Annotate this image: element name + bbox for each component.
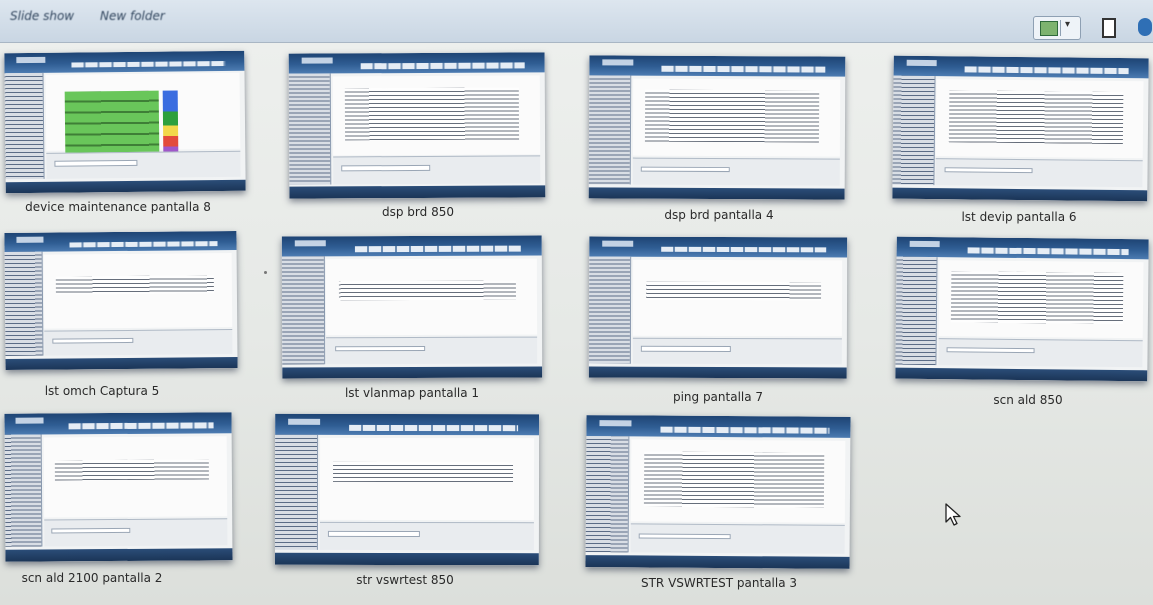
thumb-title-bar [909,241,940,248]
file-label[interactable]: str vswrtest 850 [356,573,454,587]
file-label[interactable]: device maintenance pantalla 8 [25,200,211,214]
thumb-taskbar [892,187,1148,202]
thumb-output-pane [938,338,1143,368]
thumb-tab-strip [661,246,827,253]
file-thumbnail[interactable] [895,236,1149,382]
thumb-taskbar [282,366,543,379]
thumb-output-pane [326,336,538,365]
thumb-title-bar [288,418,320,425]
thumb-tab-strip [349,424,519,431]
thumb-title-bar [599,419,632,427]
explorer-toolbar: Slide show New folder ▾ [0,0,1153,43]
mouse-cursor-icon [945,503,961,526]
thumb-sidebar [588,75,632,185]
view-button-separator [1060,20,1061,36]
help-icon[interactable] [1138,18,1152,36]
thumb-tab-strip [360,62,525,70]
file-label[interactable]: scn ald 2100 pantalla 2 [22,571,163,585]
file-label[interactable]: scn ald 850 [993,393,1062,407]
thumb-table [645,89,820,143]
file-thumbnail[interactable] [288,52,546,199]
thumb-tab-strip [354,245,522,252]
thumb-output-pane [632,157,840,186]
file-label[interactable]: dsp brd pantalla 4 [664,208,773,222]
thumb-device-panel [64,90,159,157]
file-thumbnail[interactable] [281,235,543,379]
thumb-table [54,459,210,481]
thumb-title-bar [602,59,633,66]
thumb-taskbar [895,367,1148,382]
thumb-tab-strip [660,426,830,434]
thumb-output-pane [319,521,534,551]
file-label[interactable]: STR VSWRTEST pantalla 3 [641,576,797,590]
thumb-sidebar [4,251,44,357]
thumb-output-pane [632,337,842,365]
thumb-sidebar [274,434,319,550]
thumb-title-bar [15,417,44,425]
thumb-output-pane [46,150,241,179]
file-thumbnail[interactable] [588,236,848,379]
thumb-table [345,87,520,141]
thumb-output-pane [630,523,845,554]
thumb-sidebar [288,73,332,185]
thumb-output-pane [44,328,233,356]
chevron-down-icon[interactable]: ▾ [1065,19,1070,30]
thumb-table [948,90,1123,144]
thumb-table [333,462,513,483]
thumb-sidebar [4,434,43,547]
thumb-sidebar [4,72,45,180]
thumb-tab-strip [68,422,214,430]
file-thumbnail[interactable] [4,412,233,562]
slide-show-button[interactable]: Slide show [10,9,74,23]
new-folder-button[interactable]: New folder [100,9,165,23]
thumb-taskbar [5,548,233,562]
thumb-taskbar [585,554,850,569]
thumb-title-bar [16,57,46,63]
thumb-table [951,271,1124,325]
thumb-output-pane [43,517,228,547]
thumb-sidebar [281,256,325,365]
change-view-button[interactable]: ▾ [1033,16,1081,40]
file-label[interactable]: ping pantalla 7 [673,390,763,404]
file-thumbnail[interactable] [4,230,238,371]
file-label[interactable]: lst vlanmap pantalla 1 [345,386,479,400]
thumb-output-pane [332,155,541,184]
thumb-table [643,451,824,508]
thumb-taskbar [5,179,246,194]
thumb-taskbar [289,185,546,199]
file-thumbnail[interactable] [4,50,246,194]
dust-speck [264,271,267,274]
thumb-title-bar [906,60,938,67]
thumb-tab-strip [660,65,825,73]
file-thumbnail[interactable] [892,55,1149,202]
file-label[interactable]: dsp brd 850 [382,205,454,219]
thumb-title-bar [602,240,634,247]
thumb-sidebar [585,436,630,553]
thumb-taskbar [5,357,238,371]
thumb-title-bar [16,236,44,243]
thumb-title-bar [301,57,333,64]
thumb-table [339,281,516,301]
thumb-output-pane [935,158,1143,187]
file-thumbnail[interactable] [585,415,851,569]
preview-pane-icon[interactable] [1102,18,1116,38]
thumb-title-bar [294,240,326,247]
thumb-taskbar [588,366,847,379]
thumb-taskbar [274,552,539,566]
file-thumbnail[interactable] [588,55,846,200]
thumb-sidebar [588,256,632,364]
thumb-sidebar [895,256,938,365]
thumb-table [55,275,214,295]
thumb-table [645,281,822,301]
thumb-taskbar [588,186,845,200]
file-thumbnail[interactable] [274,413,540,566]
file-label[interactable]: lst omch Captura 5 [45,384,160,398]
thumb-sidebar [892,75,936,185]
thumb-legend [163,90,179,161]
large-icons-view-icon [1040,21,1058,36]
file-label[interactable]: lst devip pantalla 6 [961,210,1076,224]
